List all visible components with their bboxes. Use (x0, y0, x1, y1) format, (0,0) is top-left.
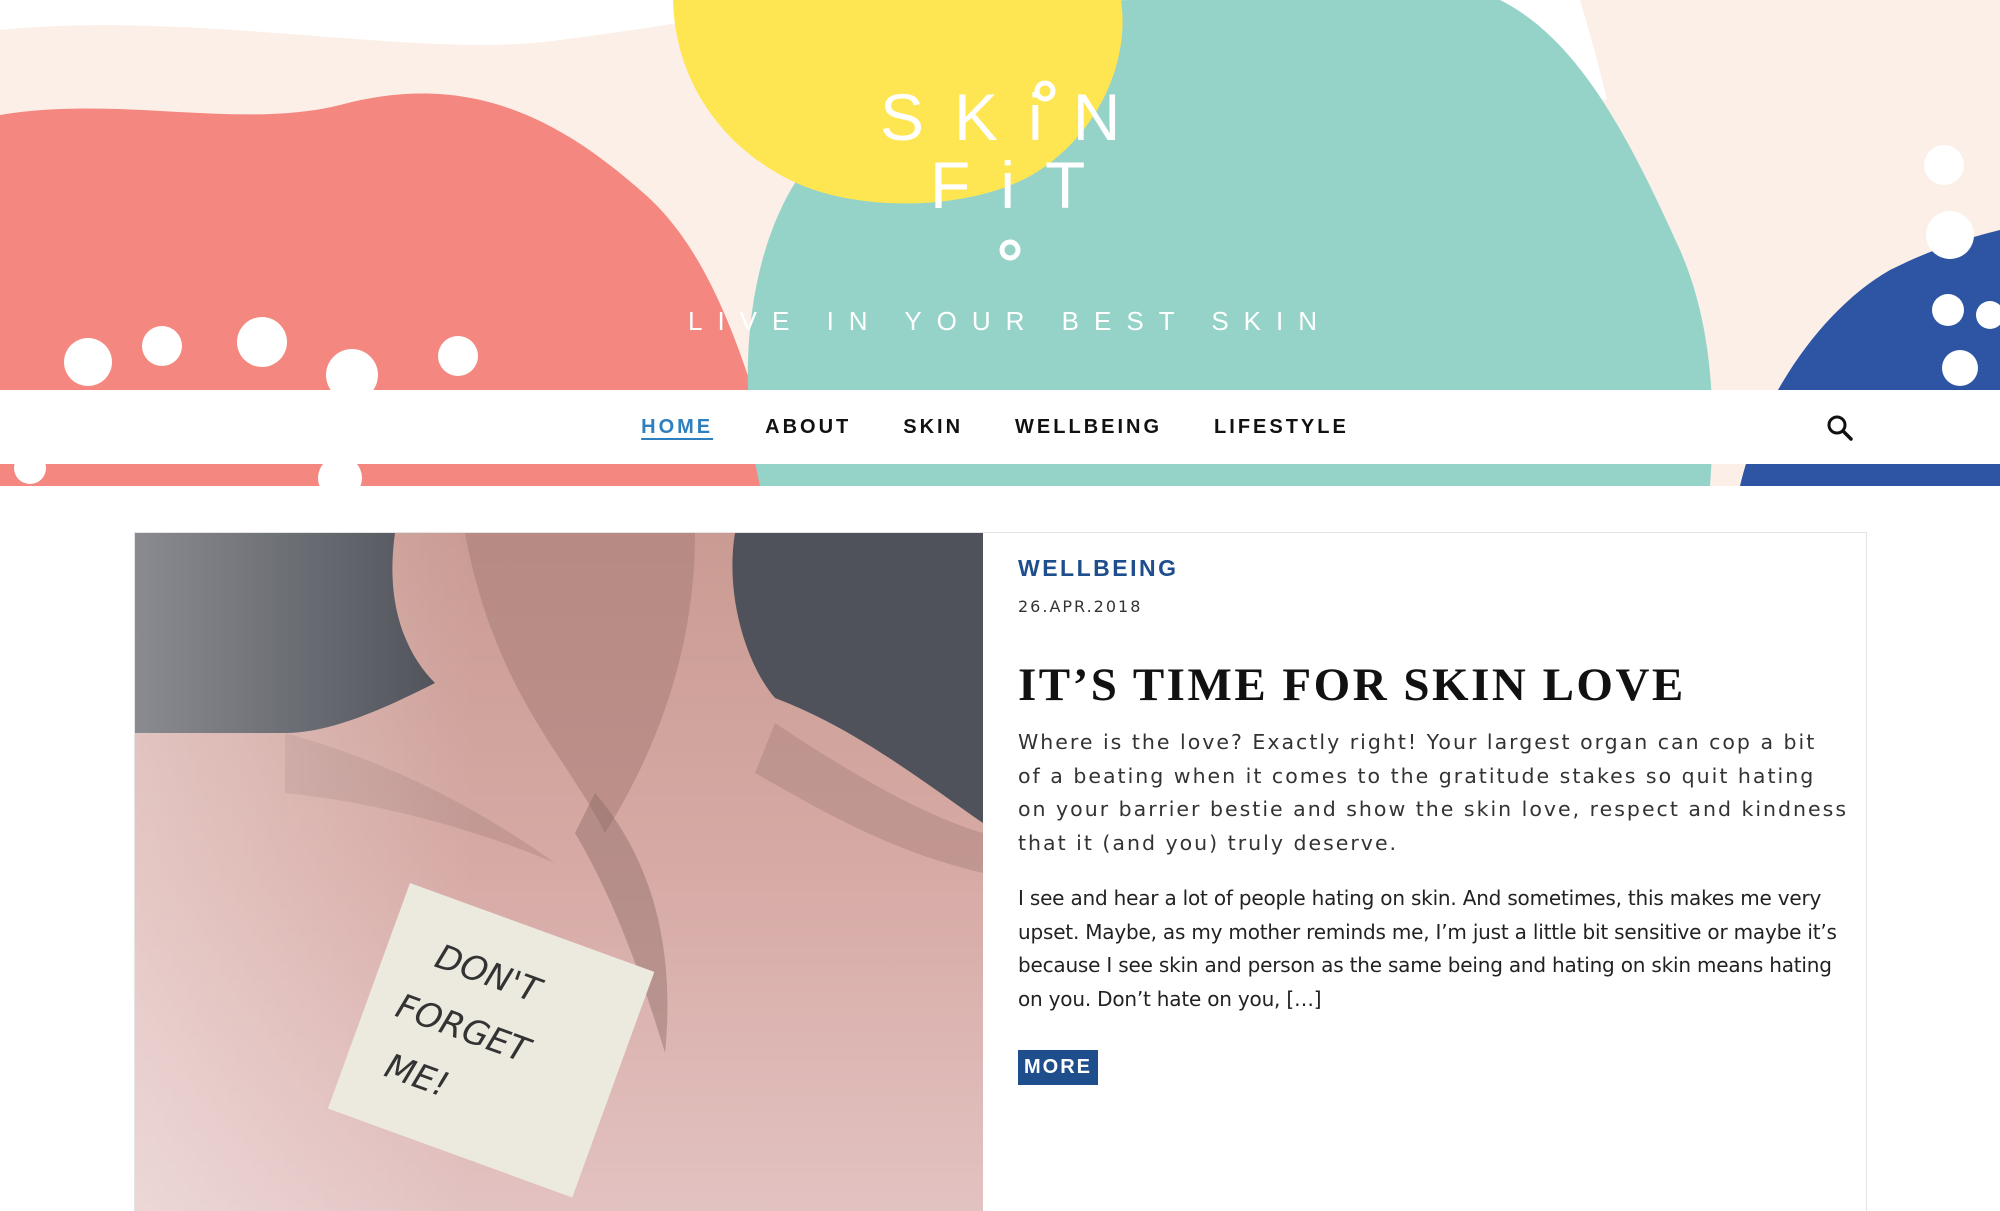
post-featured-image[interactable]: DON'T FORGET ME! (135, 533, 983, 1211)
more-button[interactable]: MORE (1018, 1050, 1098, 1085)
logo-line2: FiT (930, 148, 1115, 222)
nav-item-lifestyle[interactable]: LIFESTYLE (1214, 416, 1349, 439)
post-category-link[interactable]: WELLBEING (1018, 555, 1179, 582)
site-tagline: LIVE IN YOUR BEST SKIN (687, 306, 1333, 336)
logo-line1: SKiN (880, 80, 1140, 154)
nav-item-home[interactable]: HOME (641, 416, 713, 439)
main-nav: HOME ABOUT SKIN WELLBEING LIFESTYLE (0, 390, 2000, 464)
nav-item-skin[interactable]: SKIN (903, 416, 963, 439)
site-logo[interactable]: SKiN FiT (880, 78, 1140, 268)
nav-item-about[interactable]: ABOUT (765, 416, 851, 439)
post-image: DON'T FORGET ME! (135, 533, 983, 1211)
search-icon[interactable] (1825, 413, 1855, 443)
post-lead: Where is the love? Exactly right! Your l… (1018, 730, 1849, 855)
post-content: WELLBEING 26.APR.2018 IT’S TIME FOR SKIN… (1018, 555, 1848, 1085)
post-excerpt: I see and hear a lot of people hating on… (1018, 886, 1837, 1011)
post-date: 26.APR.2018 (1018, 597, 1143, 616)
post-title[interactable]: IT’S TIME FOR SKIN LOVE (1018, 658, 1848, 712)
nav-item-wellbeing[interactable]: WELLBEING (1015, 416, 1162, 439)
